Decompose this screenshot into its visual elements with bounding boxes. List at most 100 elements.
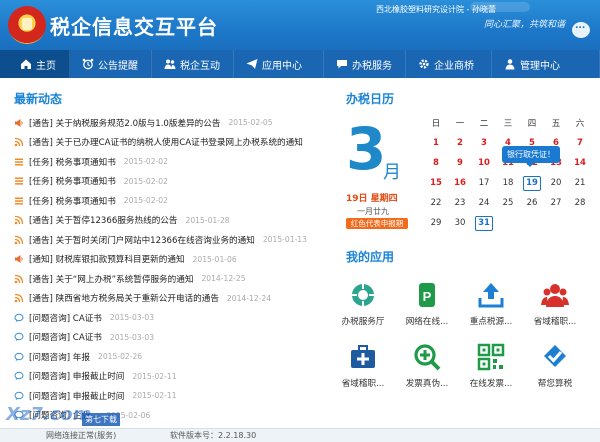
rss-icon xyxy=(14,137,24,147)
app-tile[interactable]: 省域稽职... xyxy=(332,342,394,389)
calendar-lunar-date: 一月廿九 xyxy=(357,207,389,216)
nav-tab-2[interactable]: 税企互动 xyxy=(152,50,234,78)
calendar-day[interactable]: 24 xyxy=(472,198,496,208)
news-item-title[interactable]: [通告] 关于暂停12366服务热线的公告 xyxy=(29,214,178,226)
calendar-day[interactable]: 1 xyxy=(424,138,448,148)
news-item-title[interactable]: [通告] 陕西省地方税务局关于重新公开电话的通告 xyxy=(29,292,219,304)
news-item[interactable]: [通知] 财税库银扣款预算科目更新的通知 2015-01-06 xyxy=(14,250,329,270)
nav-tab-0[interactable]: 主页 xyxy=(0,50,70,78)
calendar-section-title: 办税日历 xyxy=(346,92,395,106)
calendar-day[interactable]: 22 xyxy=(424,198,448,208)
news-item-title[interactable]: [通知] 财税库银扣款预算科目更新的通知 xyxy=(29,253,185,265)
calendar-day[interactable]: 26 xyxy=(520,198,544,208)
calendar-weekday: 二 xyxy=(479,119,489,129)
calendar-day[interactable]: 19 xyxy=(523,175,541,191)
app-tile[interactable]: 在线发票... xyxy=(460,342,522,389)
app-tile[interactable]: 办税服务厅 xyxy=(332,280,394,327)
calendar-day[interactable]: 2 xyxy=(448,138,472,148)
calendar-day[interactable]: 30 xyxy=(448,218,472,228)
svg-text:P: P xyxy=(423,289,432,304)
calendar-selected-day: 19日 星期四 xyxy=(346,194,398,204)
calendar-day[interactable]: 17 xyxy=(472,178,496,188)
nav-tab-4[interactable]: 办税服务 xyxy=(324,50,406,78)
app-tile[interactable]: 发票真伪... xyxy=(396,342,458,389)
calendar-day[interactable]: 25 xyxy=(496,198,520,208)
calendar-day[interactable]: 14 xyxy=(568,158,592,168)
chat-icon xyxy=(14,313,24,323)
main-nav: 主页 公告提醒 税企互动 应用中心 办税服务 企业商桥 管理中心 xyxy=(0,50,600,78)
nav-tab-3[interactable]: 应用中心 xyxy=(234,50,324,78)
app-tile[interactable]: 重点税源... xyxy=(460,280,522,327)
nav-tab-5[interactable]: 企业商桥 xyxy=(406,50,492,78)
nav-tab-6[interactable]: 管理中心 xyxy=(492,50,600,78)
nav-tab-1[interactable]: 公告提醒 xyxy=(70,50,152,78)
news-item[interactable]: [问题咨询] CA证书 2015-03-03 xyxy=(14,308,329,328)
news-item-title[interactable]: [通告] 关于暂时关闭门户网站中12366在线咨询业务的通知 xyxy=(29,234,255,246)
news-item[interactable]: [通告] 关于暂时关闭门户网站中12366在线咨询业务的通知 2015-01-13 xyxy=(14,230,329,250)
news-item[interactable]: [通告] 关于已办理CA证书的纳税人使用CA证书登录网上办税系统的通知 xyxy=(14,133,329,153)
news-item-date: 2015-03-03 xyxy=(109,313,155,323)
announce-icon xyxy=(14,254,24,264)
app-tile[interactable]: 帮您算税 xyxy=(524,342,586,389)
service-hall-icon xyxy=(348,280,378,310)
calendar-day[interactable]: 16 xyxy=(448,178,472,188)
news-item[interactable]: [任务] 税务事项通知书 2015-02-02 xyxy=(14,191,329,211)
alarm-clock-icon xyxy=(82,58,94,70)
news-item-title[interactable]: [通告] 关于“网上办税”系统暂停服务的通知 xyxy=(29,273,193,285)
news-item[interactable]: [通告] 关于纳税服务规范2.0版与1.0版差异的公告 2015-02-05 xyxy=(14,113,329,133)
calendar-tooltip: 银行取凭证！ xyxy=(502,146,560,167)
news-item[interactable]: [任务] 税务事项通知书 2015-02-02 xyxy=(14,172,329,192)
news-item[interactable]: [任务] 税务事项通知书 2015-02-02 xyxy=(14,152,329,172)
news-item-title[interactable]: [问题咨询] 申报截止时间 xyxy=(29,370,124,382)
app-tile[interactable]: P 网络在线... xyxy=(396,280,458,327)
news-item-title[interactable]: [问题咨询] CA证书 xyxy=(29,331,102,343)
news-item-title[interactable]: [问题咨询] 申报截止时间 xyxy=(29,390,124,402)
rss-icon xyxy=(14,215,24,225)
news-item[interactable]: [问题咨询] CA证书 2015-03-03 xyxy=(14,328,329,348)
nav-tab-label: 税企互动 xyxy=(180,60,220,72)
calendar-day[interactable]: 7 xyxy=(568,138,592,148)
first-aid-icon xyxy=(348,342,378,372)
calendar-day[interactable]: 9 xyxy=(448,158,472,168)
calendar-day[interactable]: 8 xyxy=(424,158,448,168)
nav-tab-label: 管理中心 xyxy=(520,60,560,72)
news-item-title[interactable]: [通告] 关于已办理CA证书的纳税人使用CA证书登录网上办税系统的通知 xyxy=(29,136,303,148)
news-item-title[interactable]: [任务] 税务事项通知书 xyxy=(29,156,116,168)
news-item-title[interactable]: [任务] 税务事项通知书 xyxy=(29,195,116,207)
app-tile[interactable]: 省域稽职... xyxy=(524,280,586,327)
news-item[interactable]: [问题咨询] 年报 2015-02-26 xyxy=(14,347,329,367)
rss-icon xyxy=(14,293,24,303)
news-item-title[interactable]: [通告] 关于纳税服务规范2.0版与1.0版差异的公告 xyxy=(29,117,220,129)
version-label: 软件版本号：2.2.18.30 xyxy=(170,431,257,440)
calendar-day[interactable]: 23 xyxy=(448,198,472,208)
calendar-week-row: 22 23 24 25 26 27 28 xyxy=(424,193,592,213)
news-item[interactable]: [问题咨询] 申报截止时间 2015-02-11 xyxy=(14,386,329,406)
online-icon: P xyxy=(412,280,442,310)
app-tile-label: 省域稽职... xyxy=(341,379,385,389)
calendar-day[interactable]: 15 xyxy=(424,178,448,188)
calendar-day[interactable]: 31 xyxy=(475,215,493,231)
calendar-legend-badge: 红色代表申报期 xyxy=(346,218,408,229)
news-item[interactable]: [通告] 关于暂停12366服务热线的公告 2015-01-28 xyxy=(14,211,329,231)
calendar-day[interactable]: 18 xyxy=(496,178,520,188)
app-tile-label: 在线发票... xyxy=(469,379,513,389)
task-icon xyxy=(14,176,24,186)
news-item-title[interactable]: [问题咨询] 年报 xyxy=(29,351,90,363)
news-item-date: 2015-02-02 xyxy=(123,196,168,206)
calendar-day[interactable]: 27 xyxy=(544,198,568,208)
check-icon xyxy=(540,342,570,372)
calendar-day[interactable]: 10 xyxy=(472,158,496,168)
news-item[interactable]: [通告] 关于“网上办税”系统暂停服务的通知 2014-12-25 xyxy=(14,269,329,289)
message-icon[interactable] xyxy=(572,21,590,38)
rss-icon xyxy=(14,274,24,284)
news-item[interactable]: [通告] 陕西省地方税务局关于重新公开电话的通告 2014-12-24 xyxy=(14,289,329,309)
calendar-day[interactable]: 29 xyxy=(424,218,448,228)
calendar-day[interactable]: 21 xyxy=(568,178,592,188)
news-item[interactable]: [问题咨询] 申报截止时间 2015-02-11 xyxy=(14,367,329,387)
news-item-title[interactable]: [问题咨询] CA证书 xyxy=(29,312,102,324)
calendar-day[interactable]: 28 xyxy=(568,198,592,208)
calendar-day[interactable]: 20 xyxy=(544,178,568,188)
app-tile-label: 办税服务厅 xyxy=(341,317,385,327)
calendar-day[interactable]: 3 xyxy=(472,138,496,148)
news-item-title[interactable]: [任务] 税务事项通知书 xyxy=(29,175,116,187)
